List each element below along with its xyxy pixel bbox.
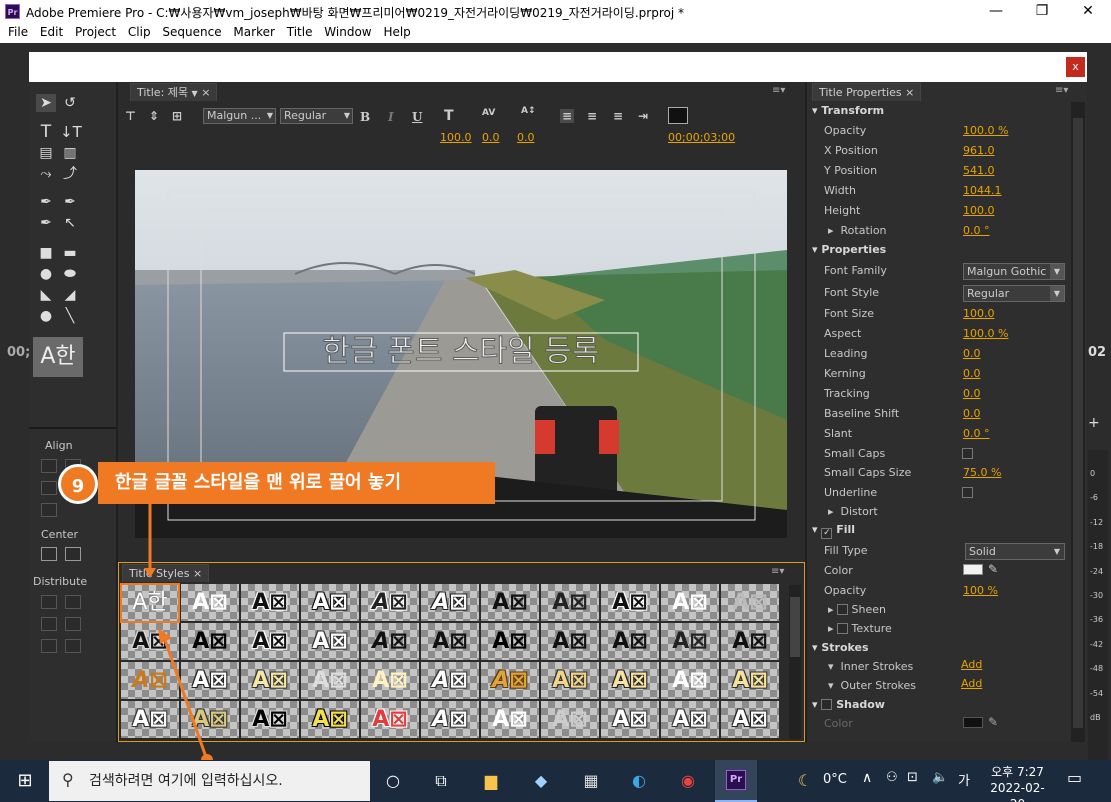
- calculator-icon[interactable]: ▦: [576, 766, 606, 796]
- tray-meet-icon[interactable]: ⚇: [886, 770, 898, 785]
- network-icon[interactable]: ⊡: [907, 770, 918, 785]
- weather-temperature[interactable]: 0°C: [823, 772, 847, 787]
- volume-icon[interactable]: 🔈: [932, 770, 948, 785]
- callout-arrows: [144, 504, 213, 766]
- tray-chevron-icon[interactable]: ∧: [862, 770, 872, 786]
- callout-box: 한글 글꼴 스타일을 맨 위로 끌어 놓기: [98, 462, 495, 504]
- notification-icon[interactable]: ▭: [1067, 768, 1082, 787]
- premiere-taskbar-icon: Pr: [726, 770, 746, 790]
- clock-time: 오후 7:27: [991, 765, 1044, 779]
- taskbar-search-box[interactable]: 검색하려면 여기에 입력하십시오.: [49, 761, 370, 801]
- taskbar-clock[interactable]: 오후 7:27 2022-02-20: [985, 764, 1050, 802]
- ime-indicator[interactable]: 가: [958, 770, 970, 789]
- widgets-icon[interactable]: ⧉: [426, 766, 456, 796]
- premiere-taskbar-button[interactable]: Pr: [715, 760, 757, 802]
- chrome-browser-icon[interactable]: ◉: [673, 766, 703, 796]
- edge-browser-icon[interactable]: ◐: [624, 766, 654, 796]
- clock-date: 2022-02-20: [990, 781, 1045, 802]
- windows-start-icon[interactable]: ⊞: [10, 766, 40, 796]
- notes-app-icon[interactable]: ◆: [526, 766, 556, 796]
- file-explorer-icon[interactable]: ▆: [476, 766, 506, 796]
- search-icon: ⚲: [62, 770, 74, 789]
- task-view-icon[interactable]: ○: [378, 766, 408, 796]
- step-badge: 9: [58, 464, 98, 504]
- weather-icon[interactable]: ☾: [790, 766, 820, 796]
